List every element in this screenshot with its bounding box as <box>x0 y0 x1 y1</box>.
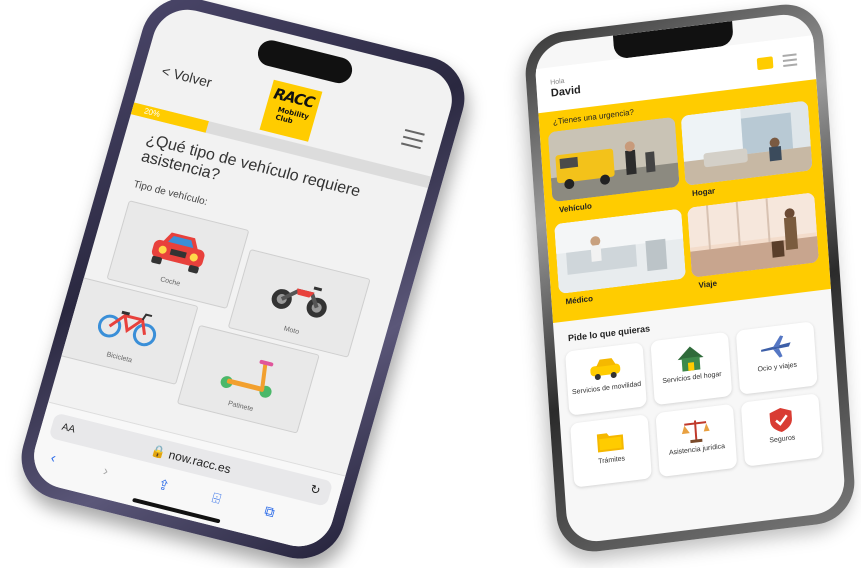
travel-photo <box>687 192 820 278</box>
medical-photo <box>554 208 687 295</box>
folder-icon <box>594 425 626 460</box>
forward-icon[interactable]: › <box>102 462 111 479</box>
tile-label: Viaje <box>698 278 718 291</box>
right-phone: Hola David ¿Tienes una urgencia? Vehícul… <box>522 0 858 557</box>
left-phone-screen: < Volver RACC Mobility Club 20% ¿Qué tip… <box>26 2 460 554</box>
membership-card-icon[interactable] <box>756 56 774 71</box>
tile-hogar[interactable]: Hogar <box>680 100 814 206</box>
hamburger-menu-icon[interactable] <box>400 128 425 154</box>
quick-tramites[interactable]: Trámites <box>570 414 652 488</box>
bookmarks-icon[interactable]: ⌹ <box>210 489 223 507</box>
home-photo <box>680 100 813 186</box>
quick-title: Pide lo que quieras <box>567 323 651 344</box>
vehicle-photo <box>547 116 680 203</box>
share-icon[interactable]: ⇪ <box>156 476 172 495</box>
tile-label: Vehículo <box>558 201 593 215</box>
quick-ocio[interactable]: Ocio y viajes <box>735 321 818 395</box>
tile-label: Médico <box>565 293 594 307</box>
user-name: David <box>550 83 582 100</box>
quick-hogar[interactable]: Servicios del hogar <box>650 331 733 406</box>
tile-viaje[interactable]: Viaje <box>687 192 820 298</box>
tile-vehiculo[interactable]: Vehículo <box>547 116 681 223</box>
motorcycle-icon <box>263 273 336 328</box>
right-phone-screen: Hola David ¿Tienes una urgencia? Vehícul… <box>533 11 847 545</box>
quick-movilidad[interactable]: Servicios de movilidad <box>565 342 647 416</box>
racc-logo[interactable]: RACC Mobility Club <box>259 79 323 142</box>
tile-medico[interactable]: Médico <box>554 208 687 315</box>
back-icon[interactable]: ‹ <box>49 449 58 466</box>
bicycle-icon <box>91 300 164 355</box>
quick-seguros[interactable]: Seguros <box>740 393 823 467</box>
left-phone: < Volver RACC Mobility Club 20% ¿Qué tip… <box>11 0 475 568</box>
back-link[interactable]: < Volver <box>160 63 214 91</box>
tabs-icon[interactable]: ⧉ <box>262 502 277 521</box>
quick-juridica[interactable]: Asistencia jurídica <box>655 403 738 478</box>
tile-label: Hogar <box>691 186 716 199</box>
progress-text: 20% <box>143 106 162 119</box>
menu-icon[interactable] <box>782 53 798 70</box>
urgency-section: ¿Tienes una urgencia? Vehículo Hogar Méd… <box>538 79 831 324</box>
